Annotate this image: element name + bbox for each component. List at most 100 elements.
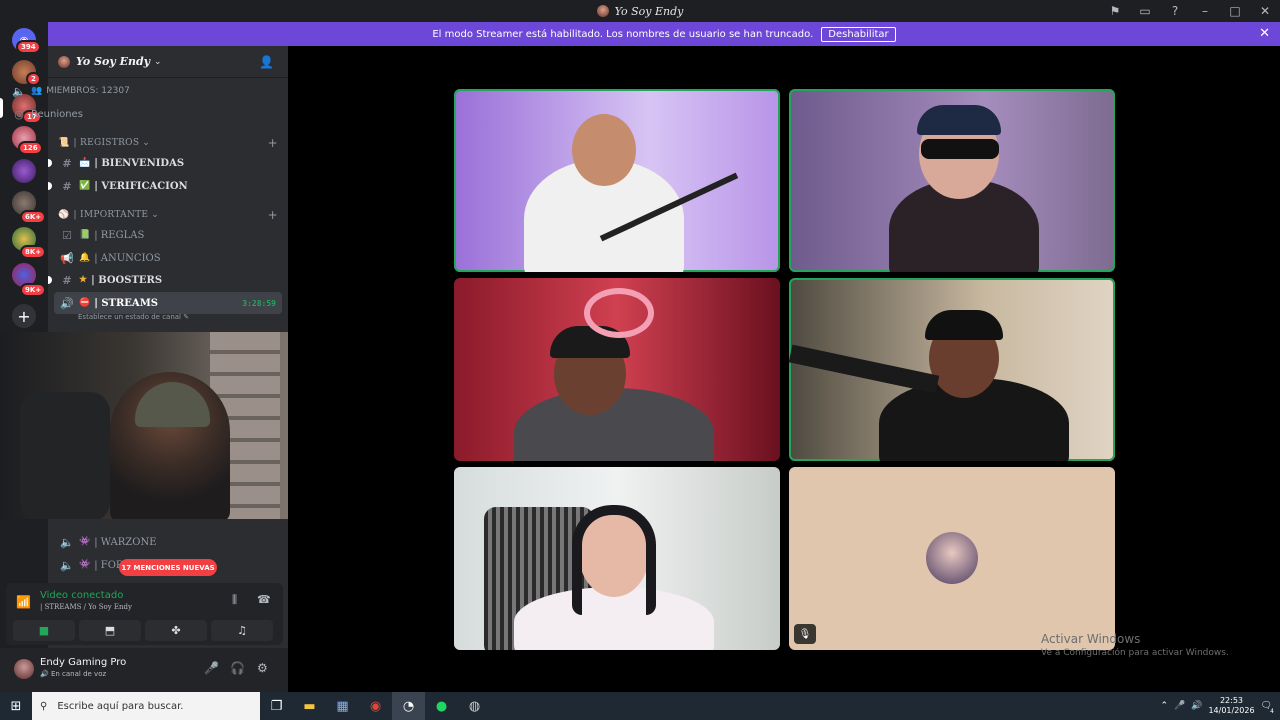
pencil-icon: ✎	[183, 313, 190, 321]
banner-text: El modo Streamer está habilitado. Los no…	[432, 28, 814, 40]
activate-windows-title: Activar Windows	[1041, 632, 1141, 646]
video-tile-4[interactable]	[789, 278, 1115, 461]
category-importante[interactable]: ⚾ | IMPORTANTE ⌄ +	[58, 208, 278, 222]
add-channel-icon[interactable]: +	[268, 136, 278, 150]
no-entry-emoji-icon: ⛔	[79, 298, 91, 308]
activity-button[interactable]: ✤	[145, 620, 207, 641]
user-panel: Endy Gaming Pro 🔊 En canal de voz 🎤 🎧 ⚙	[0, 648, 288, 692]
close-icon[interactable]: ✕	[1250, 0, 1280, 22]
user-status: 🔊 En canal de voz	[40, 670, 107, 678]
volume-icon[interactable]: 🔊	[1191, 701, 1202, 711]
microphone	[789, 344, 940, 394]
inbox-flag-icon[interactable]: ⚑	[1100, 0, 1130, 22]
channel-reuniones[interactable]: ◎ Reuniones	[6, 103, 234, 125]
home-badge: 394	[16, 40, 41, 54]
category-registros[interactable]: 📜 | REGISTROS ⌄ +	[58, 136, 278, 150]
minimize-icon[interactable]: –	[1190, 0, 1220, 22]
add-channel-icon[interactable]: +	[268, 208, 278, 222]
people-emoji-icon: 👥	[31, 86, 43, 96]
streamer-mode-banner: El modo Streamer está habilitado. Los no…	[48, 22, 1280, 46]
obs-icon[interactable]: ◍	[458, 692, 491, 720]
discord-icon[interactable]: ◔	[392, 692, 425, 720]
headphones-icon[interactable]: 🎧	[230, 661, 245, 675]
stage-icon: ◎	[14, 107, 24, 121]
user-name[interactable]: Endy Gaming Pro	[40, 657, 126, 668]
voice-channel-name[interactable]: | STREAMS / Yo Soy Endy	[40, 603, 132, 611]
channel-streams[interactable]: 🔊 ⛔ | STREAMS 3:28:59	[54, 292, 282, 314]
video-tile-2[interactable]	[789, 89, 1115, 272]
channel-status-hint[interactable]: Establece un estado de canal ✎	[78, 313, 189, 321]
spotify-icon[interactable]: ●	[425, 692, 458, 720]
notifications-icon[interactable]: 🗨 4	[1261, 701, 1274, 715]
video-tile-1[interactable]	[454, 89, 780, 272]
voice-connection-panel: 📶 Video conectado | STREAMS / Yo Soy End…	[6, 583, 283, 645]
taskbar-search[interactable]: ⚲ Escribe aquí para buscar.	[32, 692, 260, 720]
store-icon[interactable]: ▦	[326, 692, 359, 720]
hash-icon: #	[62, 179, 72, 193]
chevron-down-icon: ⌄	[151, 210, 160, 220]
participant-cap	[925, 310, 1003, 340]
activate-windows-subtitle: Ve a Configuración para activar Windows.	[1041, 648, 1229, 658]
mic-icon[interactable]: 🎤	[1174, 701, 1185, 711]
ball-emoji-icon: ⚾	[58, 210, 70, 220]
screen-share-button[interactable]: ⬒	[79, 620, 141, 641]
server-badge-3: 126	[18, 141, 43, 155]
server-header[interactable]: Yo Soy Endy ⌄ 👤	[48, 46, 288, 78]
video-tile-6-camera-off[interactable]: 🎙	[789, 467, 1115, 650]
help-icon[interactable]: ?	[1160, 0, 1190, 22]
server-icon-4[interactable]	[12, 159, 36, 183]
alien-emoji-icon: 👾	[79, 560, 91, 570]
file-explorer-icon[interactable]: ▬	[293, 692, 326, 720]
soundboard-button[interactable]: ♫	[211, 620, 273, 641]
speaker-icon: 🔈	[60, 535, 74, 549]
speaker-icon: 🔈	[12, 84, 26, 98]
megaphone-icon: 📢	[60, 251, 74, 265]
invite-icon[interactable]: 👤	[259, 55, 274, 69]
star-emoji-icon: ★	[79, 275, 88, 285]
system-tray: ⌃ 🎤 🔊 22:53 14/01/2026 🗨 4	[1160, 692, 1280, 720]
signal-icon[interactable]: 📶	[16, 595, 31, 609]
channel-warzone[interactable]: 🔈 👾 | WARZONE	[54, 531, 282, 553]
banner-close-icon[interactable]: ✕	[1259, 26, 1270, 41]
server-badge-7: 9K+	[20, 283, 47, 297]
check-emoji-icon: ✅	[79, 181, 91, 191]
channel-boosters[interactable]: # ★ | BOOSTERS	[54, 269, 282, 291]
rules-icon: ☑	[62, 228, 72, 242]
disable-streamer-button[interactable]: Deshabilitar	[821, 26, 896, 42]
channel-anuncios[interactable]: 📢 🔔 | ANUNCIOS	[54, 247, 282, 269]
screen-share-icon: ⬒	[104, 624, 116, 637]
neon-sign	[584, 288, 654, 338]
video-tile-5[interactable]	[454, 467, 780, 650]
server-name: Yo Soy Endy	[76, 55, 151, 68]
noise-suppression-icon[interactable]: ⫼	[232, 593, 237, 607]
channel-reglas[interactable]: ☑ 📗 | REGLAS	[54, 224, 282, 246]
voice-status[interactable]: Video conectado	[40, 590, 123, 601]
server-badge-6: 8K+	[20, 245, 47, 259]
server-avatar-icon	[58, 55, 70, 68]
screen-icon[interactable]: ▭	[1130, 0, 1160, 22]
windows-start-icon[interactable]: ⊞	[0, 692, 32, 720]
speaker-icon: 🔊	[40, 670, 49, 678]
new-mentions-pill[interactable]: 17 MENCIONES NUEVAS	[119, 559, 217, 576]
avatar	[926, 532, 978, 584]
mic-icon[interactable]: 🎤	[204, 661, 219, 675]
avatar[interactable]	[14, 659, 34, 679]
add-server-icon[interactable]: +	[12, 304, 36, 328]
camera-button[interactable]: ■	[13, 620, 75, 641]
maximize-icon[interactable]: □	[1220, 0, 1250, 22]
channel-verificacion[interactable]: # ✅ | VERIFICACION	[54, 175, 282, 197]
server-badge-5: 6K+	[20, 210, 47, 224]
clock[interactable]: 22:53 14/01/2026	[1208, 696, 1254, 716]
soundboard-icon: ♫	[237, 624, 247, 637]
disconnect-icon[interactable]: ☎	[257, 593, 271, 606]
chrome-icon[interactable]: ◉	[359, 692, 392, 720]
window-title: Yo Soy Endy	[596, 5, 683, 18]
video-tile-3[interactable]	[454, 278, 780, 461]
participant-head	[572, 114, 636, 186]
channel-members[interactable]: 🔈 👥 MIEMBROS: 12307	[6, 80, 234, 102]
pip-camera-overlay[interactable]	[0, 332, 333, 519]
channel-bienvenidas[interactable]: # 📩 | BIENVENIDAS	[54, 152, 282, 174]
gear-icon[interactable]: ⚙	[257, 661, 268, 675]
task-view-icon[interactable]: ❐	[260, 692, 293, 720]
tray-chevron-icon[interactable]: ⌃	[1160, 701, 1168, 711]
